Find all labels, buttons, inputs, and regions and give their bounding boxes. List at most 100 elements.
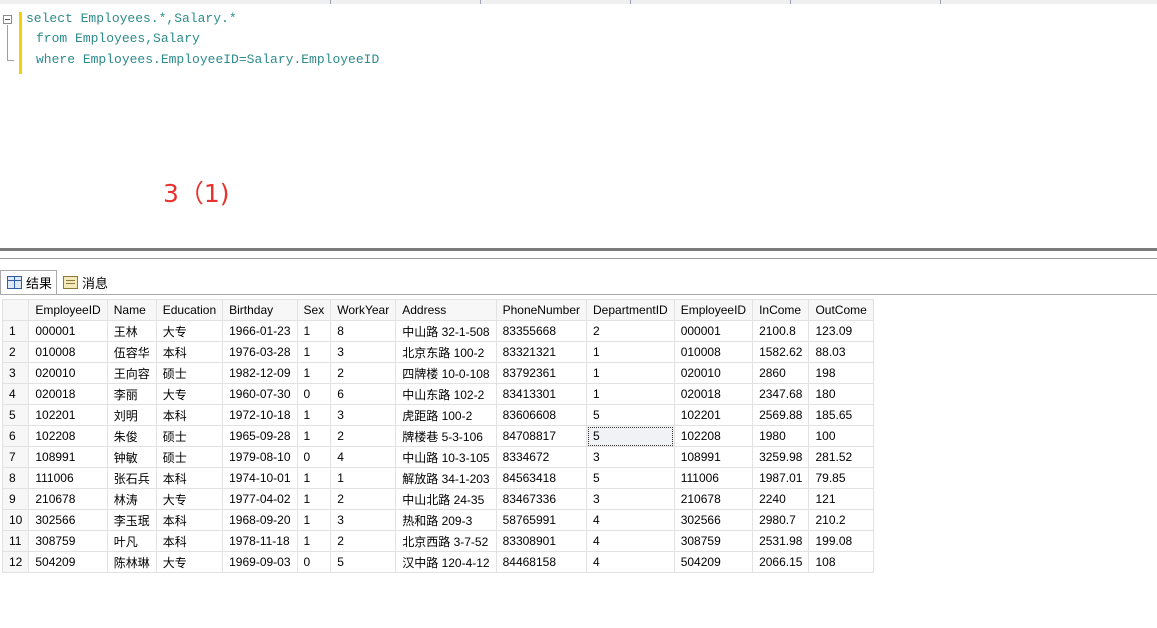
table-cell[interactable]: 北京东路 100-2 <box>395 341 497 363</box>
table-cell[interactable]: 本科 <box>155 509 224 531</box>
table-cell[interactable]: 3 <box>330 341 397 363</box>
table-cell[interactable]: 虎距路 100-2 <box>395 404 497 426</box>
table-cell[interactable]: 123.09 <box>808 320 874 342</box>
table-cell[interactable]: 牌楼巷 5-3-106 <box>395 425 497 447</box>
table-cell[interactable]: 302566 <box>28 509 108 531</box>
table-cell[interactable]: 308759 <box>673 530 754 552</box>
table-cell[interactable]: 020018 <box>673 383 754 405</box>
table-cell[interactable]: 大专 <box>155 383 224 405</box>
table-cell[interactable]: 1582.62 <box>752 341 810 363</box>
table-cell[interactable]: 5 <box>586 467 675 489</box>
table-cell[interactable]: 1 <box>296 362 332 384</box>
table-cell[interactable]: 210678 <box>28 488 108 510</box>
table-cell[interactable]: 1976-03-28 <box>222 341 298 363</box>
row-number[interactable]: 4 <box>1 383 30 405</box>
table-cell[interactable]: 陈林琳 <box>106 551 157 573</box>
row-number[interactable]: 11 <box>1 530 30 552</box>
table-cell[interactable]: 刘明 <box>106 404 157 426</box>
table-cell[interactable]: 2347.68 <box>752 383 810 405</box>
table-cell[interactable]: 111006 <box>673 467 754 489</box>
table-cell[interactable]: 李玉珉 <box>106 509 157 531</box>
table-cell[interactable]: 302566 <box>673 509 754 531</box>
table-cell[interactable]: 2569.88 <box>752 404 810 426</box>
table-cell[interactable]: 2531.98 <box>752 530 810 552</box>
table-row[interactable]: 12 504209 陈林琳 大专 1969-09-03 0 5 汉中路 120-4-12 844… <box>1 551 874 573</box>
table-cell[interactable]: 199.08 <box>808 530 874 552</box>
table-cell[interactable]: 84708817 <box>495 425 588 447</box>
table-cell[interactable]: 中山北路 24-35 <box>395 488 497 510</box>
table-cell[interactable]: 185.65 <box>808 404 874 426</box>
row-number[interactable]: 5 <box>1 404 30 426</box>
table-cell[interactable]: 1987.01 <box>752 467 810 489</box>
table-row[interactable]: 2 010008 伍容华 本科 1976-03-28 1 3 北京东路 100-2 833213… <box>1 341 874 363</box>
table-cell[interactable]: 大专 <box>155 551 224 573</box>
table-cell[interactable]: 本科 <box>155 404 224 426</box>
table-cell[interactable]: 8334672 <box>495 446 588 468</box>
table-cell[interactable]: 0 <box>296 551 332 573</box>
table-cell[interactable]: 1 <box>296 404 332 426</box>
table-cell[interactable]: 钟敏 <box>106 446 157 468</box>
row-number[interactable]: 7 <box>1 446 30 468</box>
table-cell[interactable]: 4 <box>586 551 675 573</box>
results-grid[interactable]: EmployeeID Name Education Birthday Sex WorkYe… <box>1 299 874 573</box>
column-header[interactable]: Sex <box>296 299 332 321</box>
table-cell[interactable]: 2980.7 <box>752 509 810 531</box>
table-cell[interactable]: 102201 <box>673 404 754 426</box>
table-cell[interactable]: 79.85 <box>808 467 874 489</box>
table-cell[interactable]: 020018 <box>28 383 108 405</box>
table-row[interactable]: 11 308759 叶凡 本科 1978-11-18 1 2 北京西路 3-7-52 83308… <box>1 530 874 552</box>
table-cell[interactable]: 1 <box>296 488 332 510</box>
table-cell[interactable]: 3 <box>330 404 397 426</box>
collapse-icon[interactable] <box>3 15 12 24</box>
table-cell[interactable]: 中山路 10-3-105 <box>395 446 497 468</box>
table-cell[interactable]: 1978-11-18 <box>222 530 298 552</box>
table-cell[interactable]: 1979-08-10 <box>222 446 298 468</box>
column-header[interactable]: EmployeeID <box>673 299 754 321</box>
column-header[interactable]: Address <box>395 299 497 321</box>
table-cell[interactable]: 8 <box>330 320 397 342</box>
table-cell[interactable]: 102201 <box>28 404 108 426</box>
table-cell[interactable]: 210.2 <box>808 509 874 531</box>
table-cell[interactable]: 硕士 <box>155 362 224 384</box>
table-cell[interactable]: 汉中路 120-4-12 <box>395 551 497 573</box>
table-row[interactable]: 9 210678 林涛 大专 1977-04-02 1 2 中山北路 24-35 8346733… <box>1 488 874 510</box>
table-cell[interactable]: 83413301 <box>495 383 588 405</box>
tab-messages[interactable]: 消息 <box>57 270 112 294</box>
row-number[interactable]: 8 <box>1 467 30 489</box>
table-cell[interactable]: 中山路 32-1-508 <box>395 320 497 342</box>
table-cell[interactable]: 叶凡 <box>106 530 157 552</box>
table-row[interactable]: 4 020018 李丽 大专 1960-07-30 0 6 中山东路 102-2 8341330… <box>1 383 874 405</box>
table-cell[interactable]: 大专 <box>155 488 224 510</box>
column-header[interactable]: OutCome <box>808 299 874 321</box>
table-cell[interactable]: 108991 <box>28 446 108 468</box>
table-cell[interactable]: 88.03 <box>808 341 874 363</box>
table-cell[interactable]: 83321321 <box>495 341 588 363</box>
table-cell[interactable]: 1977-04-02 <box>222 488 298 510</box>
column-header[interactable]: EmployeeID <box>28 299 108 321</box>
table-cell[interactable]: 本科 <box>155 530 224 552</box>
column-header[interactable]: Education <box>155 299 224 321</box>
table-cell[interactable]: 1 <box>296 467 332 489</box>
table-cell[interactable]: 四牌楼 10-0-108 <box>395 362 497 384</box>
table-cell[interactable]: 1 <box>330 467 397 489</box>
table-cell[interactable]: 102208 <box>673 425 754 447</box>
table-row[interactable]: 8 111006 张石兵 本科 1974-10-01 1 1 解放路 34-1-203 8456… <box>1 467 874 489</box>
table-cell[interactable]: 198 <box>808 362 874 384</box>
row-number-header[interactable] <box>1 299 30 321</box>
table-row[interactable]: 6 102208 朱俊 硕士 1965-09-28 1 2 牌楼巷 5-3-106 847088… <box>1 425 874 447</box>
table-cell[interactable]: 000001 <box>28 320 108 342</box>
table-cell[interactable]: 林涛 <box>106 488 157 510</box>
table-cell[interactable]: 1972-10-18 <box>222 404 298 426</box>
table-cell[interactable]: 308759 <box>28 530 108 552</box>
table-cell[interactable]: 2860 <box>752 362 810 384</box>
column-header[interactable]: Name <box>106 299 157 321</box>
row-number[interactable]: 1 <box>1 320 30 342</box>
table-cell[interactable]: 58765991 <box>495 509 588 531</box>
table-cell[interactable]: 3 <box>586 488 675 510</box>
table-cell[interactable]: 北京西路 3-7-52 <box>395 530 497 552</box>
table-row[interactable]: 1 000001 王林 大专 1966-01-23 1 8 中山路 32-1-508 83355… <box>1 320 874 342</box>
table-cell[interactable]: 020010 <box>673 362 754 384</box>
table-cell[interactable]: 伍容华 <box>106 341 157 363</box>
table-cell[interactable]: 解放路 34-1-203 <box>395 467 497 489</box>
table-cell[interactable]: 504209 <box>673 551 754 573</box>
